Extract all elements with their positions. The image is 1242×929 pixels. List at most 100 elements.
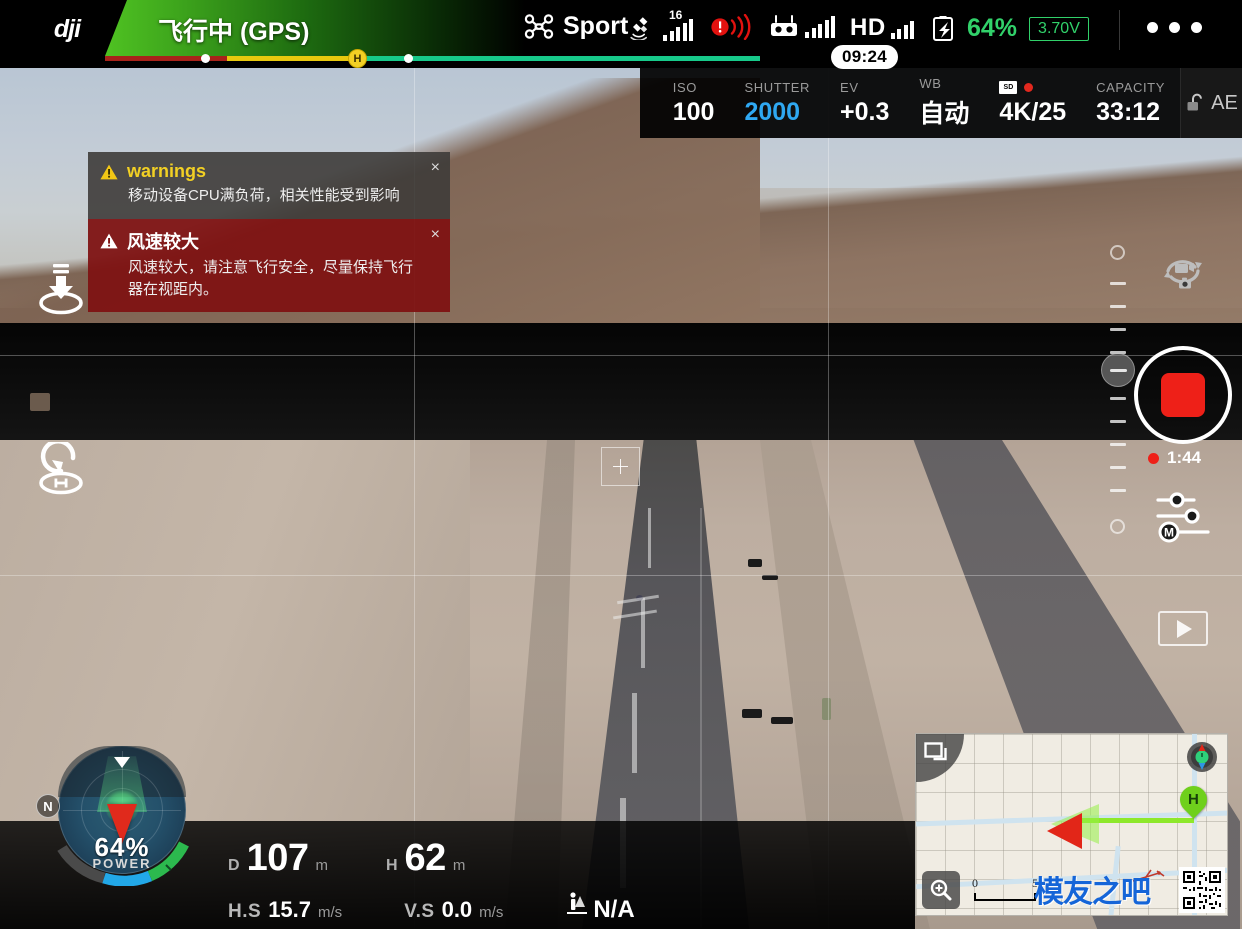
recording-timer: 1:44 (1148, 448, 1201, 468)
sd-status-row: SD (999, 79, 1066, 95)
zoom-in-icon (930, 879, 952, 901)
radar-north-marker (114, 757, 130, 768)
warning-header: warnings (100, 161, 416, 182)
roadside-object (822, 698, 831, 720)
horizontal-speed-readout: H.S 15.7 m/s (228, 897, 342, 923)
warning-close-button[interactable]: × (431, 160, 440, 176)
ae-label: AE (1211, 91, 1238, 114)
warning-title: 风速较大 (127, 231, 199, 252)
ev-setting[interactable]: EV +0.3 (825, 80, 904, 127)
h-speed-key: H.S (228, 901, 262, 922)
iso-label: ISO (672, 79, 697, 95)
sd-resolution-setting[interactable]: SD 4K/25 (984, 79, 1081, 127)
unlocked-padlock-icon (1187, 93, 1203, 111)
flight-battery-bar: H 09:24 (105, 45, 898, 69)
satellite-count: 16 (669, 8, 683, 22)
warning-triangle-icon (100, 164, 118, 179)
more-menu-icon[interactable] (1147, 22, 1202, 33)
auto-landing-icon (39, 264, 83, 315)
rc-signal-bars (805, 16, 835, 38)
map-layer-toggle-icon (924, 742, 947, 761)
battery-percentage: 64% (967, 14, 1018, 42)
ev-label: EV (840, 79, 859, 95)
auto-landing-button[interactable] (35, 262, 87, 317)
battery-bar-threshold-dot (201, 54, 210, 63)
map-compass-button[interactable] (1187, 742, 1217, 772)
v-speed-value: 0.0 (441, 897, 473, 922)
stop-recording-button[interactable] (1134, 346, 1232, 444)
minimap[interactable]: H 0 5 模友之吧 (915, 733, 1228, 916)
recording-dot-icon (1148, 452, 1159, 464)
altitude-unit: m (452, 857, 466, 874)
distance-unit: m (315, 857, 328, 874)
obstacle-sensing-group (710, 14, 756, 40)
battery-group[interactable]: 64% 3.70V (930, 14, 1089, 43)
road-object (771, 717, 793, 724)
vertical-speed-readout: V.S 0.0 m/s (404, 897, 503, 923)
return-to-home-button[interactable] (35, 439, 87, 497)
radar-attitude-indicator[interactable]: N 64% POWER (36, 746, 189, 886)
warning-message: 移动设备CPU满负荷，相关性能受到影响 (128, 187, 400, 204)
vision-system-readout: N/A (565, 891, 635, 924)
camera-settings-bar: ISO 100 SHUTTER 2000 EV +0.3 WB 自动 SD 4K… (639, 68, 1242, 138)
rc-signal-group (768, 14, 835, 40)
distance-key: D (228, 857, 240, 874)
warning-cpu-overload: warnings 移动设备CPU满负荷，相关性能受到影响 × (88, 152, 450, 219)
map-compass-icon (1191, 744, 1213, 770)
gimbal-slider-handle[interactable] (1101, 353, 1135, 387)
ev-value: +0.3 (840, 97, 890, 126)
drone-icon (524, 13, 554, 39)
flight-mode-group[interactable]: Sport (524, 12, 628, 41)
compass-north-button[interactable]: N (36, 794, 60, 818)
hd-label: HD (850, 14, 886, 41)
top-status-bar: dji 飞行中 (GPS) H 09:24 Sport 16 HD 64% 3.… (0, 0, 1242, 69)
lane-marking (632, 693, 637, 773)
v-speed-unit: m/s (479, 904, 504, 921)
warning-high-wind: 风速较大 风速较大，请注意飞行安全，尽量保持飞行器在视距内。 × (88, 218, 450, 313)
gimbal-pitch-slider[interactable] (1101, 245, 1135, 537)
map-zoom-in-button[interactable] (922, 871, 960, 909)
capacity-label: CAPACITY (1096, 79, 1165, 95)
lane-marking (648, 508, 651, 568)
composition-grid-line (0, 355, 1242, 356)
topbar-divider (1119, 10, 1120, 50)
terrain-object (30, 393, 50, 411)
playback-button[interactable] (1158, 611, 1208, 646)
camera-mode-letter: M (1164, 526, 1174, 540)
stop-recording-icon (1161, 373, 1205, 417)
v-speed-key: V.S (404, 901, 435, 922)
video-link-bars (890, 17, 915, 39)
camera-video-switch-icon (1164, 260, 1202, 289)
dji-logo-text: dji (53, 14, 81, 43)
altitude-readout: H 62 m (386, 837, 465, 880)
camera-settings-button[interactable]: M (1152, 487, 1214, 545)
warning-triangle-icon (100, 233, 118, 249)
wb-setting[interactable]: WB 自动 (904, 76, 984, 130)
altitude-value: 62 (404, 837, 447, 879)
camera-video-mode-toggle[interactable] (1155, 252, 1211, 300)
map-scale-min: 0 (972, 876, 978, 890)
recording-indicator-dot (1024, 82, 1034, 92)
altitude-key: H (385, 857, 398, 874)
gimbal-slider-bottom-end (1110, 519, 1125, 534)
shutter-label: SHUTTER (744, 79, 811, 95)
battery-voltage: 3.70V (1029, 16, 1089, 41)
shutter-value: 2000 (744, 97, 801, 126)
wb-label: WB (919, 76, 942, 91)
ae-lock-button[interactable]: AE (1180, 68, 1242, 138)
warning-close-button[interactable]: × (431, 226, 440, 243)
battery-bar-safe (357, 56, 760, 61)
camera-settings-sliders-icon: M (1156, 492, 1210, 543)
road-object (742, 709, 762, 718)
dji-logo[interactable]: dji (38, 15, 96, 43)
flight-status-text: 飞行中 (GPS) (158, 18, 310, 46)
shutter-setting[interactable]: SHUTTER 2000 (729, 80, 825, 127)
capacity-value: 33:12 (1096, 97, 1161, 126)
map-scale-bar: 0 5 (972, 876, 1038, 901)
focus-exposure-reticle[interactable] (601, 447, 640, 486)
reticle-vertical (619, 459, 622, 474)
distance-readout: D 107 m (228, 837, 328, 880)
qr-code-image (1179, 867, 1225, 913)
iso-setting[interactable]: ISO 100 (658, 80, 730, 127)
battery-bar-threshold-dot (404, 54, 413, 63)
